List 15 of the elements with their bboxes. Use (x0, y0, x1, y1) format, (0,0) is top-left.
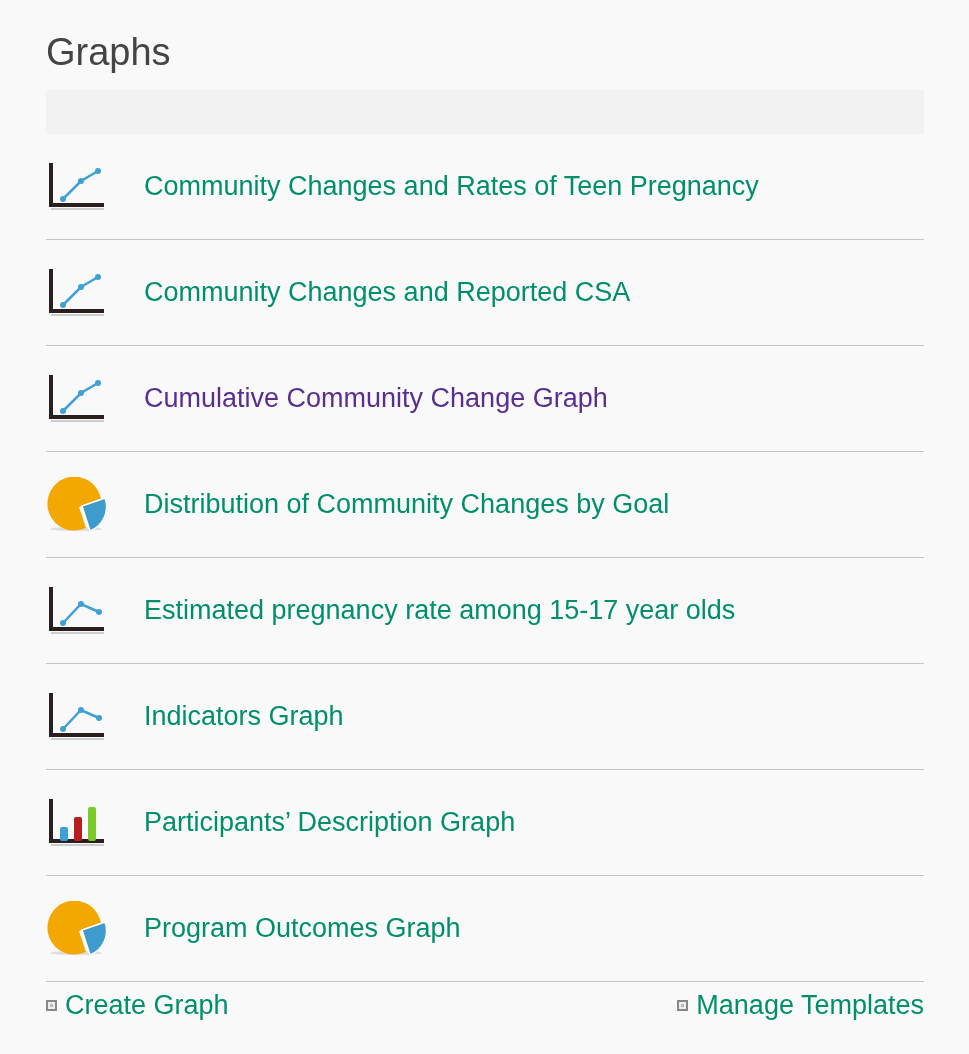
action-link[interactable]: Create Graph (65, 990, 229, 1021)
graph-link[interactable]: Distribution of Community Changes by Goal (144, 489, 670, 520)
graph-link[interactable]: Estimated pregnancy rate among 15-17 year olds (144, 595, 736, 626)
graph-link[interactable]: Participants’ Description Graph (144, 807, 516, 838)
pie-chart-icon (46, 900, 110, 957)
square-icon (46, 1000, 57, 1011)
square-icon (677, 1000, 689, 1011)
graph-link[interactable]: Community Changes and Rates of Teen Pregnancy (144, 171, 759, 202)
graph-link[interactable]: Cumulative Community Change Graph (144, 383, 608, 414)
graph-link[interactable]: Indicators Graph (144, 701, 344, 732)
pie-chart-icon (46, 476, 110, 533)
page-title: Graphs (46, 30, 172, 75)
action-link[interactable]: Manage Templates (696, 990, 924, 1021)
graph-link[interactable]: Community Changes and Reported CSA (144, 277, 631, 308)
graph-link[interactable]: Program Outcomes Graph (144, 913, 461, 944)
